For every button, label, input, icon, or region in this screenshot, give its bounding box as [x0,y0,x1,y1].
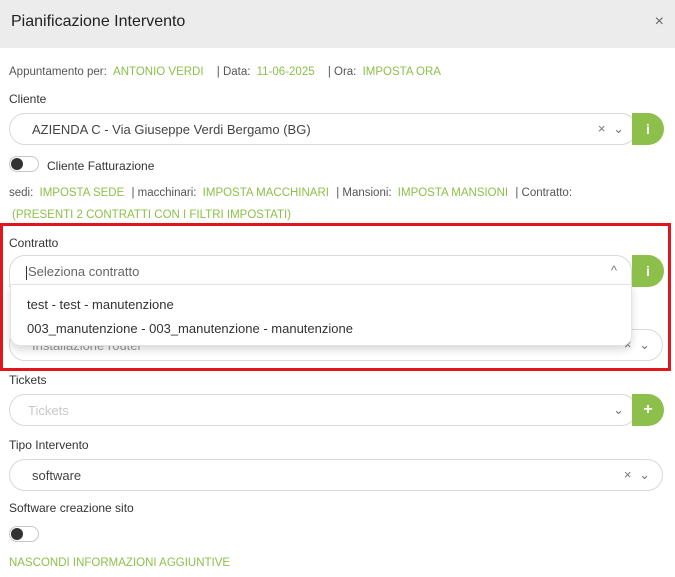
dialog-header: Pianificazione Intervento × [0,0,675,48]
tipo-intervento-select[interactable]: software × ⌄ [9,459,663,491]
software-creazione-sito-label: Software creazione sito [9,501,134,515]
chevron-down-icon[interactable]: ⌄ [639,467,650,482]
close-icon[interactable]: × [655,13,664,31]
contratto-info-label: | Contratto: [515,187,573,199]
settings-line: sedi: IMPOSTA SEDE | macchinari: IMPOSTA… [9,187,572,199]
chevron-down-icon[interactable]: ⌄ [613,121,624,136]
macchinari-link[interactable]: IMPOSTA MACCHINARI [203,187,329,199]
macchinari-label: | macchinari: [131,187,197,199]
highlight-box [0,223,671,371]
software-creazione-sito-toggle[interactable] [9,526,39,542]
mansioni-label: | Mansioni: [336,187,392,199]
mansioni-link[interactable]: IMPOSTA MANSIONI [398,187,508,199]
tickets-label: Tickets [9,373,47,387]
toggle-knob [11,158,23,170]
tipo-intervento-controls: × ⌄ [620,467,650,483]
appointment-value-link[interactable]: ANTONIO VERDI [113,66,204,78]
cliente-fatturazione-toggle[interactable] [9,156,39,172]
cliente-label: Cliente [9,92,47,106]
dialog-title: Pianificazione Intervento [11,13,186,30]
tipo-intervento-value: software [32,468,82,483]
info-icon: i [646,121,650,137]
tipo-intervento-label: Tipo Intervento [9,438,89,452]
cliente-controls: × ⌄ [594,121,624,137]
date-label: | Data: [216,66,251,78]
time-value-link[interactable]: IMPOSTA ORA [363,66,441,78]
chevron-down-icon[interactable]: ⌄ [613,402,624,418]
contratto-count-line: (PRESENTI 2 CONTRATTI CON I FILTRI IMPOS… [12,209,291,221]
time-label: | Ora: [327,66,357,78]
add-ticket-button[interactable]: + [632,394,664,426]
cliente-select[interactable]: AZIENDA C - Via Giuseppe Verdi Bergamo (… [9,113,637,145]
hide-additional-info-link[interactable]: NASCONDI INFORMAZIONI AGGIUNTIVE [9,557,230,569]
tickets-select[interactable]: Tickets ⌄ [9,394,637,426]
appointment-label: Appuntamento per: [9,66,107,78]
plus-icon: + [643,401,653,418]
cliente-fatturazione-label: Cliente Fatturazione [47,159,155,173]
contratto-count-link[interactable]: (PRESENTI 2 CONTRATTI CON I FILTRI IMPOS… [12,209,291,221]
toggle-knob [11,528,23,540]
cliente-info-button[interactable]: i [632,113,664,145]
clear-icon[interactable]: × [624,467,632,482]
sedi-label: sedi: [9,187,34,199]
clear-icon[interactable]: × [598,121,606,136]
sedi-link[interactable]: IMPOSTA SEDE [40,187,125,199]
date-value-link[interactable]: 11-06-2025 [257,66,315,78]
tickets-placeholder: Tickets [28,403,69,418]
appointment-info-line: Appuntamento per: ANTONIO VERDI | Data: … [9,66,441,78]
cliente-value: AZIENDA C - Via Giuseppe Verdi Bergamo (… [32,122,311,137]
